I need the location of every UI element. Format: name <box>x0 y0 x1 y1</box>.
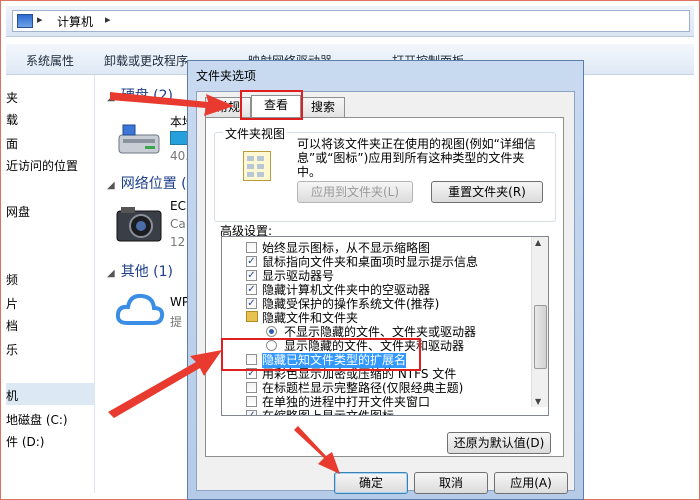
annotation-arrows <box>108 92 340 474</box>
arrow-to-view-tab <box>110 92 234 116</box>
arrow-to-hide-extensions <box>108 350 222 418</box>
arrow-to-ok-button <box>294 426 340 474</box>
